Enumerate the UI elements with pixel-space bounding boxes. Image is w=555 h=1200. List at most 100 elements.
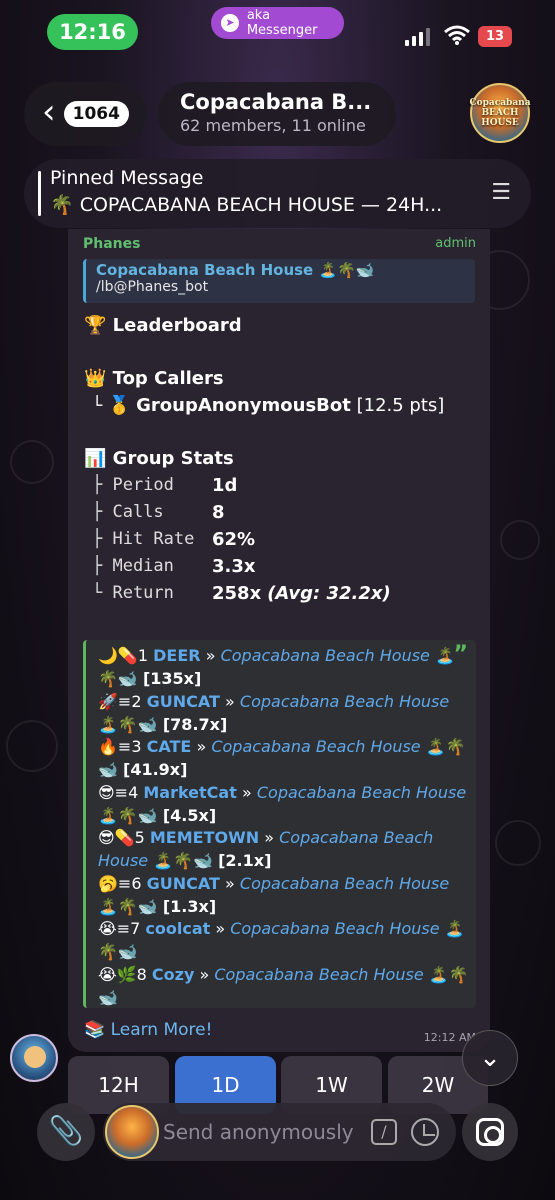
leaderboard-title: 🏆 Leaderboard <box>84 315 242 336</box>
background-doodle <box>500 520 540 560</box>
call-token-link[interactable]: MEMETOWN <box>150 828 259 847</box>
call-group-link[interactable]: Copacabana Beach House <box>240 692 449 711</box>
message-input-bar: / <box>103 1103 456 1161</box>
command-icon[interactable]: / <box>371 1119 397 1145</box>
call-separator: » <box>199 964 210 984</box>
call-token-link[interactable]: GUNCAT <box>147 874 220 893</box>
top-caller-name: GroupAnonymousBot <box>136 395 351 416</box>
call-token-link[interactable]: Cozy <box>152 965 194 984</box>
scroll-down-button[interactable]: ⌄ <box>462 1030 518 1086</box>
call-token-link[interactable]: CATE <box>147 737 192 756</box>
group-stats-title: 📊 Group Stats <box>84 448 234 469</box>
stat-value: 8 <box>212 502 225 523</box>
chat-subtitle: 62 members, 11 online <box>180 116 366 135</box>
call-group-link[interactable]: Copacabana Beach House <box>240 874 449 893</box>
paperclip-icon: 📎 <box>48 1114 84 1147</box>
stat-value-text: 1d <box>212 475 238 496</box>
call-rank: 🚀≡2 <box>98 691 142 711</box>
camera-icon <box>476 1118 504 1146</box>
call-row: 🌙💊1 DEER » Copacabana Beach House 🏝️🌴🐋 [… <box>98 644 470 690</box>
battery-indicator: 13 <box>478 26 512 47</box>
group-avatar-logo-text: Copacabana BEACH HOUSE <box>469 98 531 128</box>
background-doodle <box>6 720 58 772</box>
stat-value-text: 3.3x <box>212 556 256 577</box>
call-separator: » <box>225 873 235 893</box>
call-row: 🚀≡2 GUNCAT » Copacabana Beach House 🏝️🌴🐋… <box>98 690 470 736</box>
calls-quote: ” 🌙💊1 DEER » Copacabana Beach House 🏝️🌴🐋… <box>83 640 476 1008</box>
call-rank: 🥱≡6 <box>98 873 142 893</box>
stat-label: ├ Calls <box>92 502 164 522</box>
call-token-link[interactable]: MarketCat <box>143 783 237 802</box>
pinned-message-bar[interactable]: Pinned Message 🌴 COPACABANA BEACH HOUSE … <box>24 159 531 228</box>
call-token-link[interactable]: GUNCAT <box>147 692 220 711</box>
call-row: 🥱≡6 GUNCAT » Copacabana Beach House 🏝️🌴🐋… <box>98 872 470 918</box>
call-row: 😎≡4 MarketCat » Copacabana Beach House 🏝… <box>98 781 470 827</box>
call-token-link[interactable]: DEER <box>153 646 200 665</box>
back-button[interactable]: ‹ 1064 <box>24 82 146 146</box>
send-as-avatar[interactable] <box>105 1105 159 1159</box>
call-row: 😭🌿8 Cozy » Copacabana Beach House 🏝️🌴🐋 <box>98 963 470 1009</box>
background-doodle <box>495 820 541 866</box>
call-multiplier: [41.9x] <box>123 760 188 779</box>
messenger-pill[interactable]: ➤ aka Messenger <box>211 7 344 39</box>
attach-button[interactable]: 📎 <box>37 1103 95 1161</box>
call-separator: » <box>241 782 252 802</box>
tree-prefix: └ <box>92 396 103 416</box>
camera-button[interactable] <box>462 1103 518 1161</box>
reply-title: Copacabana Beach House 🏝️🌴🐋 <box>96 261 375 279</box>
sender-avatar[interactable] <box>10 1034 58 1082</box>
call-row: 😭≡7 coolcat » Copacabana Beach House 🏝️🌴… <box>98 917 470 963</box>
learn-more-link[interactable]: 📚 Learn More! <box>84 1020 212 1040</box>
stat-extra: (Avg: 32.2x) <box>267 583 391 604</box>
call-multiplier: [135x] <box>142 669 202 688</box>
chat-title: Copacabana B... <box>180 90 372 114</box>
stat-value: 1d <box>212 475 237 496</box>
stat-value-text: 8 <box>212 502 225 523</box>
stat-value: 258x (Avg: 32.2x) <box>212 583 391 604</box>
top-caller-row: └ 🥇 GroupAnonymousBot [12.5 pts] <box>92 395 444 416</box>
messenger-label: aka Messenger <box>246 8 318 38</box>
call-separator: » <box>225 691 235 711</box>
call-rank: 😎💊5 <box>98 828 145 847</box>
sticker-icon[interactable] <box>411 1118 439 1146</box>
top-callers-title: 👑 Top Callers <box>84 368 224 389</box>
call-group-link[interactable]: Copacabana Beach House <box>214 965 423 984</box>
chat-title-pill[interactable]: Copacabana B... 62 members, 11 online <box>158 82 396 146</box>
pinned-text: 🌴 COPACABANA BEACH HOUSE — 24H... <box>50 194 443 216</box>
call-rank: 😭🌿8 <box>98 964 147 984</box>
call-group-link[interactable]: Copacabana Beach House <box>221 646 430 665</box>
reply-quote[interactable]: Copacabana Beach House 🏝️🌴🐋 /lb@Phanes_b… <box>83 259 475 303</box>
top-caller-points: [12.5 pts] <box>356 395 445 416</box>
call-multiplier: [78.7x] <box>162 714 228 734</box>
call-separator: » <box>196 737 207 756</box>
telegram-icon: ➤ <box>221 14 239 32</box>
stat-label: ├ Hit Rate <box>92 529 195 549</box>
stat-value: 62% <box>212 529 255 550</box>
medal-icon: 🥇 <box>107 395 131 416</box>
call-multiplier: [4.5x] <box>162 805 217 825</box>
stat-label: ├ Period <box>92 475 174 495</box>
call-rank: 🌙💊1 <box>98 646 149 665</box>
call-group-link[interactable]: Copacabana Beach House <box>257 783 466 802</box>
call-emoji: 🏝️🌴🐋 <box>153 851 213 870</box>
back-chevron-icon: ‹ <box>42 92 56 132</box>
call-rank: 😎≡4 <box>98 782 139 802</box>
call-group-link[interactable]: Copacabana Beach House <box>230 919 439 938</box>
group-avatar[interactable]: Copacabana BEACH HOUSE <box>469 83 531 143</box>
message-bubble[interactable]: Phanes admin Copacabana Beach House 🏝️🌴🐋… <box>68 229 490 1052</box>
status-time[interactable]: 12:16 <box>47 14 138 50</box>
chevron-down-icon: ⌄ <box>479 1043 501 1073</box>
message-input[interactable] <box>163 1103 373 1161</box>
call-separator: » <box>215 919 226 938</box>
signal-icon <box>405 28 430 46</box>
pin-list-icon[interactable]: ☰ <box>491 180 511 205</box>
background-doodle <box>10 440 54 484</box>
call-emoji: 🏝️🌴🐋 <box>98 805 158 825</box>
call-emoji: 🏝️🌴🐋 <box>98 714 158 734</box>
wifi-icon <box>444 25 470 45</box>
call-group-link[interactable]: Copacabana Beach House <box>211 737 420 756</box>
call-row: 😎💊5 MEMETOWN » Copacabana Beach House 🏝️… <box>98 826 470 872</box>
message-sender[interactable]: Phanes <box>83 236 140 252</box>
call-token-link[interactable]: coolcat <box>145 919 210 938</box>
stat-label: └ Return <box>92 583 174 603</box>
